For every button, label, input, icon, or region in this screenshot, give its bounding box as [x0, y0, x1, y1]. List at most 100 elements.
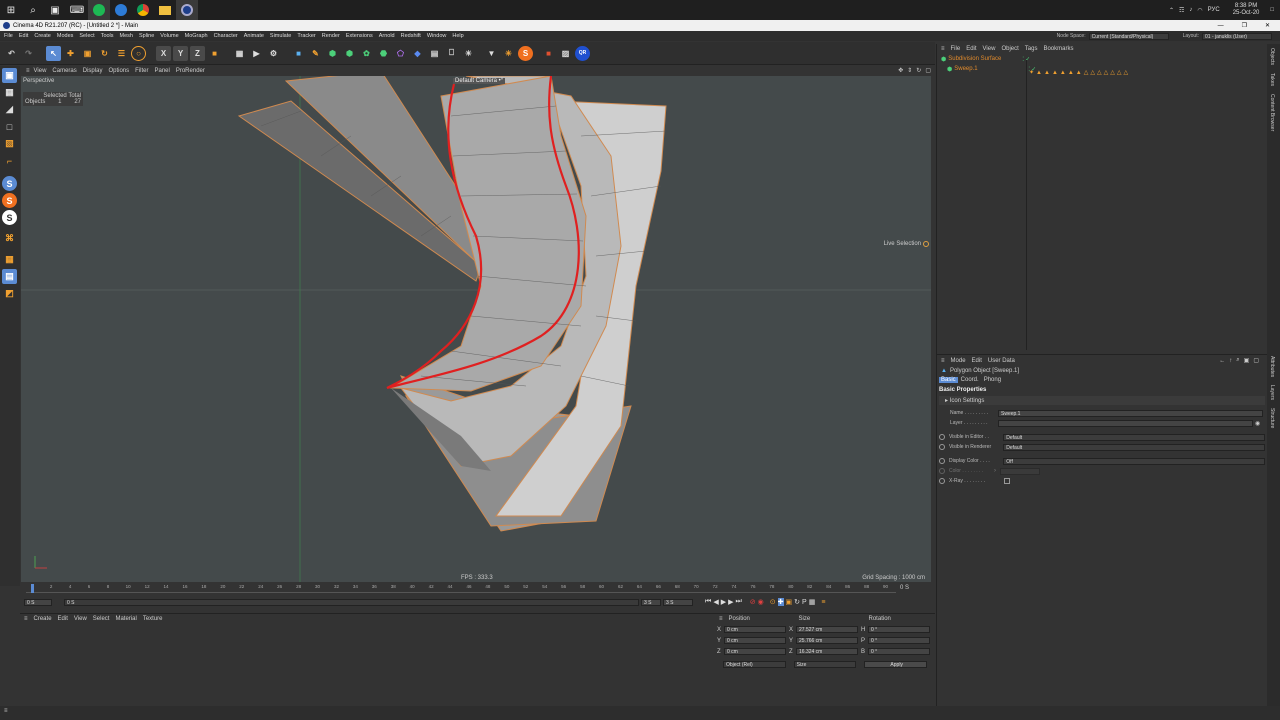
- coords-mode-dropdown[interactable]: Object (Rel): [723, 661, 786, 668]
- attr-menu-user-data[interactable]: User Data: [988, 358, 1015, 364]
- browser-edge-icon[interactable]: [110, 0, 132, 20]
- rotation-field[interactable]: 0 °: [868, 637, 930, 644]
- camera-label[interactable]: Default Camera •°: [453, 78, 506, 84]
- visible-editor-dropdown[interactable]: Default: [1003, 433, 1265, 441]
- viewport-hamburger-icon[interactable]: ≡: [26, 68, 30, 74]
- display-color-anim-icon[interactable]: [939, 458, 945, 464]
- maximize-icon[interactable]: ❐: [1242, 22, 1247, 29]
- viewport-menu-cameras[interactable]: Cameras: [52, 68, 76, 74]
- object-row-subdivision-surface[interactable]: ⬢ Subdivision Surface ⁚ ✓: [941, 54, 1267, 64]
- material-menu-material[interactable]: Material: [115, 616, 136, 622]
- search-icon[interactable]: ⌕: [1236, 357, 1239, 364]
- z-axis-lock-icon[interactable]: Z: [190, 45, 205, 61]
- layer-pick-icon[interactable]: ◉: [1255, 420, 1260, 427]
- coordinate-system-icon[interactable]: ■: [207, 46, 222, 61]
- visible-renderer-anim-icon[interactable]: [939, 444, 945, 450]
- right-tab-attributes[interactable]: Attributes: [1269, 356, 1275, 377]
- position-field[interactable]: 0 cm: [724, 637, 786, 644]
- redshift-icon[interactable]: ■: [541, 46, 556, 61]
- selection-tool-icon[interactable]: ↖: [46, 45, 61, 61]
- move-tool-icon[interactable]: ✚: [63, 46, 78, 61]
- rotate-tool-icon[interactable]: ↻: [97, 46, 112, 61]
- viewport-menu-options[interactable]: Options: [108, 68, 129, 74]
- up-arrow-icon[interactable]: ↑: [1229, 358, 1232, 364]
- tag-material-icon-2[interactable]: ▲: [1052, 70, 1058, 76]
- current-frame-field[interactable]: 0 S: [900, 585, 909, 591]
- position-field[interactable]: 0 cm: [724, 626, 786, 633]
- pen-spline-icon[interactable]: ✎: [308, 46, 323, 61]
- snap-s-icon[interactable]: S: [2, 176, 17, 191]
- deformer-icon[interactable]: ⬠: [393, 46, 408, 61]
- tab-basic[interactable]: Basic: [939, 377, 958, 383]
- floor-icon[interactable]: ▤: [427, 46, 442, 61]
- key-rotation-icon[interactable]: ↻: [794, 598, 800, 606]
- tag-material-icon-4[interactable]: ▲: [1068, 70, 1074, 76]
- minimize-icon[interactable]: —: [1218, 23, 1224, 29]
- objects-menu-edit[interactable]: Edit: [966, 46, 976, 52]
- menu-simulate[interactable]: Simulate: [270, 33, 291, 39]
- 3d-viewport[interactable]: Perspective Default Camera •° Selected T…: [21, 76, 931, 582]
- material-hamburger-icon[interactable]: ≡: [24, 616, 28, 622]
- menu-spline[interactable]: Spline: [139, 33, 154, 39]
- polygons-mode-icon[interactable]: ⌐: [2, 153, 17, 168]
- search-icon[interactable]: ⌕: [22, 0, 44, 20]
- y-axis-lock-icon[interactable]: Y: [173, 45, 188, 61]
- windows-start-icon[interactable]: ⊞: [0, 0, 22, 20]
- menu-window[interactable]: Window: [427, 33, 447, 39]
- range-slider[interactable]: 0 S: [64, 599, 639, 606]
- viewport-menu-display[interactable]: Display: [83, 68, 103, 74]
- go-to-start-icon[interactable]: ⏮: [705, 598, 711, 606]
- viewport-menu-panel[interactable]: Panel: [154, 68, 169, 74]
- position-field[interactable]: 0 cm: [724, 648, 786, 655]
- camera-icon[interactable]: ⎕: [444, 46, 459, 61]
- menu-character[interactable]: Character: [214, 33, 238, 39]
- name-field[interactable]: Sweep.1: [998, 409, 1263, 417]
- task-view-icon[interactable]: ▣: [44, 0, 66, 20]
- tag-phong-icon[interactable]: ✦: [1029, 69, 1034, 76]
- render-picture-viewer-icon[interactable]: ▶: [249, 46, 264, 61]
- preview-max-field[interactable]: 3 S: [641, 599, 661, 606]
- lock-icon[interactable]: ▣: [1244, 357, 1250, 364]
- tag-selection-icon-2[interactable]: △: [1090, 69, 1095, 76]
- recent-tools-icon[interactable]: ☰: [114, 46, 129, 61]
- cinema4d-taskbar-icon[interactable]: [176, 0, 198, 20]
- tag-texture-icon[interactable]: ▲: [1036, 70, 1042, 76]
- go-to-end-icon[interactable]: ⏭: [735, 598, 741, 606]
- viewport-zoom-icon[interactable]: ⇕: [907, 67, 912, 74]
- key-position-icon[interactable]: ✚: [777, 598, 784, 606]
- menu-create[interactable]: Create: [34, 33, 51, 39]
- preview-min-field[interactable]: 0 S: [24, 599, 52, 606]
- x-axis-lock-icon[interactable]: X: [156, 45, 171, 61]
- objects-menu-file[interactable]: File: [951, 46, 961, 52]
- plugin-s-orange-icon[interactable]: S: [2, 193, 17, 208]
- render-settings-icon[interactable]: ⚙: [266, 46, 281, 61]
- tag-selection-icon-7[interactable]: △: [1124, 69, 1129, 76]
- apply-button[interactable]: Apply: [864, 661, 928, 668]
- play-icon[interactable]: ▶: [721, 598, 726, 606]
- material-menu-edit[interactable]: Edit: [58, 616, 68, 622]
- tag-selection-icon-5[interactable]: △: [1110, 69, 1115, 76]
- key-param-icon[interactable]: P: [802, 599, 807, 606]
- material-menu-texture[interactable]: Texture: [143, 616, 163, 622]
- tag-selection-icon-4[interactable]: △: [1104, 69, 1109, 76]
- material-menu-select[interactable]: Select: [93, 616, 110, 622]
- menu-help[interactable]: Help: [452, 33, 463, 39]
- right-tab-objects[interactable]: Objects: [1269, 48, 1275, 65]
- chrome-icon[interactable]: [132, 0, 154, 20]
- menu-edit[interactable]: Edit: [19, 33, 28, 39]
- light-icon[interactable]: ☀: [461, 46, 476, 61]
- solo-icon[interactable]: ▦: [2, 252, 17, 267]
- key-pla-icon[interactable]: ▦: [809, 598, 816, 606]
- mograph-icon[interactable]: ⬣: [376, 46, 391, 61]
- menu-extensions[interactable]: Extensions: [346, 33, 373, 39]
- back-arrow-icon[interactable]: ←: [1219, 358, 1225, 364]
- menu-arnold[interactable]: Arnold: [379, 33, 395, 39]
- menu-mesh[interactable]: Mesh: [120, 33, 133, 39]
- next-key-icon[interactable]: ▶: [728, 598, 733, 606]
- plugin-s-icon[interactable]: S: [518, 45, 533, 61]
- cloner-icon[interactable]: ⬢: [342, 46, 357, 61]
- visible-renderer-dropdown[interactable]: Default: [1003, 443, 1265, 451]
- keyboard-icon[interactable]: ⌨: [66, 0, 88, 20]
- size-field[interactable]: 25.766 cm: [796, 637, 858, 644]
- layout-dropdown[interactable]: 01 - januklis (User): [1202, 32, 1272, 40]
